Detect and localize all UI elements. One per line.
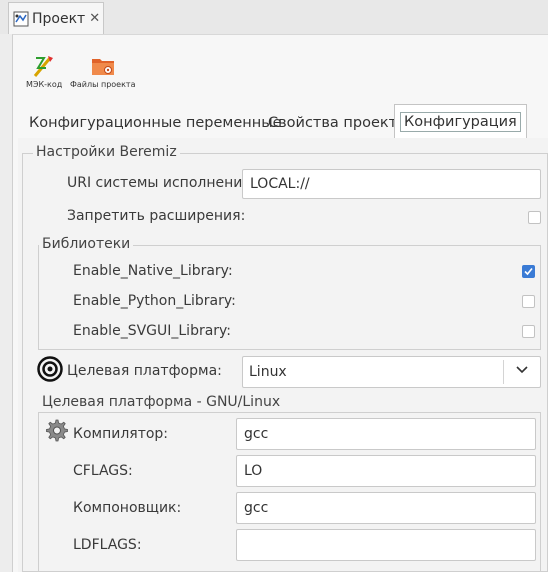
configuration-content: Настройки Beremiz URI системы исполнения…	[18, 138, 548, 572]
tab-config-variables[interactable]: Конфигурационные переменные	[24, 110, 287, 136]
project-toolbar: МЭК-код Файлы проекта	[18, 46, 548, 98]
compiler-label: Компилятор:	[73, 426, 169, 442]
linker-input[interactable]: gcc	[236, 492, 536, 524]
compiler-input[interactable]: gcc	[236, 418, 536, 450]
uri-label: URI системы исполнения:	[67, 175, 256, 191]
python-library-label: Enable_Python_Library:	[73, 293, 236, 309]
check-icon	[524, 267, 533, 276]
svgui-library-checkbox[interactable]	[522, 325, 535, 338]
target-icon	[37, 356, 63, 382]
folder-icon	[91, 59, 114, 75]
project-tab-title: Проект	[32, 10, 86, 27]
ldflags-label: LDFLAGS:	[73, 537, 142, 553]
properties-tab-bar: Конфигурационные переменные Свойства про…	[18, 102, 548, 139]
iec-code-button[interactable]: МЭК-код	[26, 52, 62, 89]
iec-code-icon	[34, 56, 54, 77]
tab-configuration[interactable]: Конфигурация	[394, 104, 527, 139]
ldflags-input[interactable]	[236, 529, 536, 561]
native-library-checkbox[interactable]	[522, 265, 535, 278]
libraries-title: Библиотеки	[39, 236, 134, 252]
project-files-button[interactable]: Файлы проекта	[70, 52, 135, 89]
target-platform-select[interactable]: Linux	[242, 356, 541, 388]
python-library-checkbox[interactable]	[522, 295, 535, 308]
gear-icon	[46, 419, 68, 442]
uri-input[interactable]: LOCAL://	[242, 169, 541, 199]
native-library-label: Enable_Native_Library:	[73, 263, 233, 279]
chevron-down-icon	[516, 366, 528, 374]
target-platform-label: Целевая платформа:	[67, 363, 222, 379]
disable-extensions-label: Запретить расширения:	[67, 208, 246, 224]
beremiz-settings-title: Настройки Beremiz	[33, 144, 180, 160]
tab-label: Конфигурационные переменные	[29, 115, 282, 131]
linker-label: Компоновщик:	[73, 500, 182, 516]
project-document-tab[interactable]: Проект ✕	[8, 2, 104, 34]
project-icon	[13, 11, 29, 26]
select-divider	[503, 360, 504, 384]
project-files-label: Файлы проекта	[70, 80, 136, 89]
tab-label: Свойства проекта	[268, 115, 406, 131]
disable-extensions-checkbox[interactable]	[528, 211, 541, 224]
cflags-label: CFLAGS:	[73, 463, 133, 479]
svgui-library-label: Enable_SVGUI_Library:	[73, 323, 232, 339]
gnu-linux-title: Целевая платформа - GNU/Linux	[39, 394, 284, 410]
iec-code-label: МЭК-код	[26, 80, 63, 89]
target-platform-value: Linux	[249, 364, 287, 380]
close-icon[interactable]: ✕	[89, 11, 100, 26]
cflags-input[interactable]: LO	[236, 455, 536, 487]
tab-project-properties[interactable]: Свойства проекта	[263, 110, 411, 136]
tab-label: Конфигурация	[400, 111, 521, 132]
